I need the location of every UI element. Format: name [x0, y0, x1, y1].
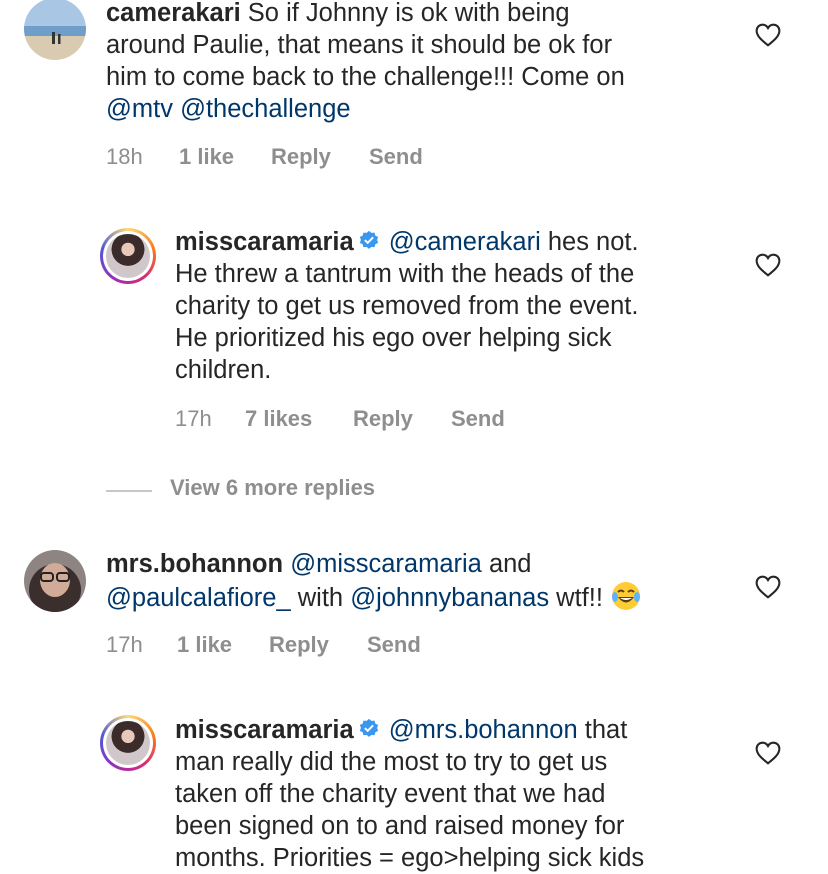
send-button[interactable]: Send: [451, 406, 505, 432]
text-segment: taken off the charity event that we had: [175, 780, 606, 808]
reply-button[interactable]: Reply: [353, 406, 413, 432]
mention-link[interactable]: @misscaramaria: [290, 550, 482, 578]
likes-count[interactable]: 1 like: [179, 144, 234, 170]
text-segment: So if Johnny is ok with being: [247, 0, 570, 27]
text-segment: him to come back to the challenge!!! Com…: [106, 63, 625, 91]
heart-outline-icon[interactable]: [755, 575, 781, 599]
avatar-misscaramaria: [106, 234, 150, 278]
story-ring-avatar[interactable]: [100, 715, 156, 771]
avatar-misscaramaria: [106, 721, 150, 765]
mention-link[interactable]: @johnnybananas: [350, 584, 549, 612]
heart-outline-icon[interactable]: [755, 253, 781, 277]
text-segment: months. Priorities = ego>helping sick ki…: [175, 844, 645, 872]
text-segment: that: [577, 716, 628, 744]
text-segment: wtf!!: [549, 584, 611, 612]
heart-outline-icon[interactable]: [755, 741, 781, 765]
text-segment: and: [481, 550, 532, 578]
text-segment: been signed on to and raised money for: [175, 812, 625, 840]
timestamp: 17h: [106, 632, 143, 657]
send-button[interactable]: Send: [367, 632, 421, 658]
text-segment: [173, 95, 180, 123]
avatar-mrs-bohannon[interactable]: [24, 550, 86, 612]
text-segment: children.: [175, 356, 272, 384]
mention-link[interactable]: @paulcalafiore_: [106, 584, 291, 612]
reply-button[interactable]: Reply: [269, 632, 329, 658]
username[interactable]: misscaramaria: [175, 716, 354, 744]
text-segment: He threw a tantrum with the heads of the: [175, 260, 635, 288]
text-segment: hes not.: [540, 228, 639, 256]
mention-link[interactable]: @mtv: [106, 95, 173, 123]
verified-badge-icon: [359, 230, 378, 249]
username[interactable]: camerakari: [106, 0, 241, 27]
text-segment: He prioritized his ego over helping sick: [175, 324, 612, 352]
comment-text: misscaramaria @mrs.bohannon that man rea…: [175, 714, 644, 874]
mention-link[interactable]: @thechallenge: [180, 95, 351, 123]
username[interactable]: misscaramaria: [175, 228, 354, 256]
divider: [106, 490, 152, 492]
mention-link[interactable]: @mrs.bohannon: [389, 716, 578, 744]
laughing-tears-emoji: [612, 582, 641, 610]
likes-count[interactable]: 1 like: [177, 632, 232, 658]
timestamp: 18h: [106, 144, 143, 169]
text-segment: with: [290, 584, 351, 612]
text-segment: charity to get us removed from the event…: [175, 292, 639, 320]
verified-badge-icon: [359, 718, 378, 737]
text-segment: around Paulie, that means it should be o…: [106, 31, 613, 59]
likes-count[interactable]: 7 likes: [245, 406, 312, 432]
mention-link[interactable]: @camerakari: [389, 228, 541, 256]
comment-text: mrs.bohannon @misscaramaria and @paulcal…: [106, 548, 642, 614]
comment-text: misscaramaria @camerakari hes not. He th…: [175, 226, 639, 386]
send-button[interactable]: Send: [369, 144, 423, 170]
heart-outline-icon[interactable]: [755, 23, 781, 47]
timestamp: 17h: [175, 406, 212, 431]
username[interactable]: mrs.bohannon: [106, 550, 283, 578]
text-segment: man really did the most to try to get us: [175, 748, 608, 776]
avatar-camerakari[interactable]: [24, 0, 86, 60]
view-more-label[interactable]: View 6 more replies: [170, 475, 375, 501]
story-ring-avatar[interactable]: [100, 228, 156, 284]
comment-text: camerakari So if Johnny is ok with being…: [106, 0, 625, 125]
reply-button[interactable]: Reply: [271, 144, 331, 170]
